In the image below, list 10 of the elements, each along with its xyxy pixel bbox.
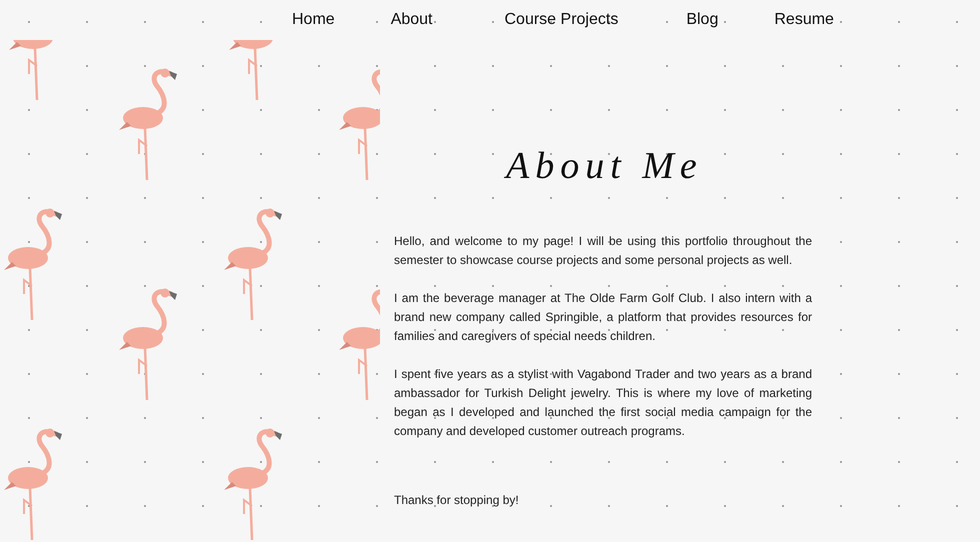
nav-link[interactable]: Home [292, 11, 335, 29]
paragraph: I spent five years as a stylist with Vagabond Trader and two years as a brand ambassador for Turkish Delight jewelry. This is where my love of marketing began as I developed and launched the first social media campaign for the company and developed customer outreach programs. [394, 366, 812, 440]
closing-text: Thanks for stopping by! [394, 492, 520, 509]
nav-link[interactable]: Course Projects [504, 11, 618, 29]
nav-link[interactable]: Resume [774, 11, 834, 29]
nav-link[interactable]: Blog [686, 11, 718, 29]
page-title: About Me [506, 144, 704, 188]
paragraph: I am the beverage manager at The Olde Farm Golf Club. I also intern with a brand new company called Springible, a platform that provides resources for families and caregivers of special needs children. [394, 290, 812, 345]
nav-link[interactable]: About [390, 11, 432, 29]
paragraph: Hello, and welcome to my page! I will be using this portfolio throughout the semester to showcase course projects and some personal projects as well. [394, 233, 812, 269]
